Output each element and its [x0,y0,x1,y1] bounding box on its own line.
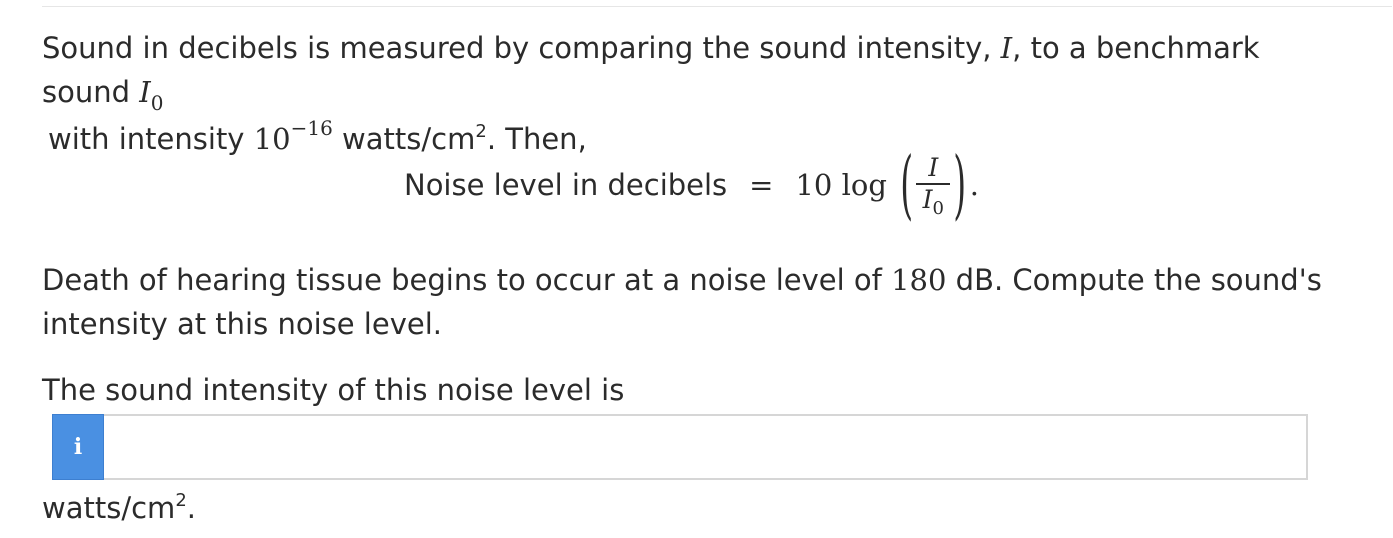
fraction-denominator: I0 [922,184,944,219]
benchmark-variable: I [139,75,151,109]
equation-period: . [969,168,979,202]
equation-fraction: I I0 [916,152,951,219]
noise-level-value: 180 [891,263,947,297]
problem-text-1: Death of hearing tissue begins to occur … [42,263,892,297]
decibel-equation: Noise level in decibels = 10 log ( I I0 … [404,137,979,233]
units-text: watts/cm [42,491,176,525]
top-divider [42,6,1392,7]
intro-text-3: with intensity [48,122,254,156]
right-paren: ) [953,141,967,229]
units-period: . [186,491,196,525]
intensity-variable: I [1000,31,1013,65]
denominator-subscript: 0 [932,197,944,219]
exponent-base: 10 [253,122,291,156]
intro-line-1: Sound in decibels is measured by compari… [42,26,1352,117]
left-paren: ( [900,141,914,229]
intro-text-1: Sound in decibels is measured by compari… [42,31,1001,65]
fraction-numerator: I [928,152,939,182]
equation-coefficient: 10 log [795,168,887,202]
info-button[interactable]: i [52,414,104,480]
equation-label: Noise level in decibels [404,168,728,202]
benchmark-subscript: 0 [150,91,164,115]
equation-equals: = [749,168,774,202]
info-icon: i [73,434,83,460]
answer-units: watts/cm2. [42,486,196,535]
denominator-variable: I [922,184,933,214]
answer-row: i [52,414,1308,480]
exponent-value: −16 [290,116,333,140]
answer-prompt: The sound intensity of this noise level … [42,373,625,407]
units-superscript: 2 [175,490,187,511]
problem-statement: Death of hearing tissue begins to occur … [42,258,1352,346]
equation-rhs: 10 log ( I I0 ) . [795,148,979,223]
answer-input[interactable] [104,414,1308,480]
